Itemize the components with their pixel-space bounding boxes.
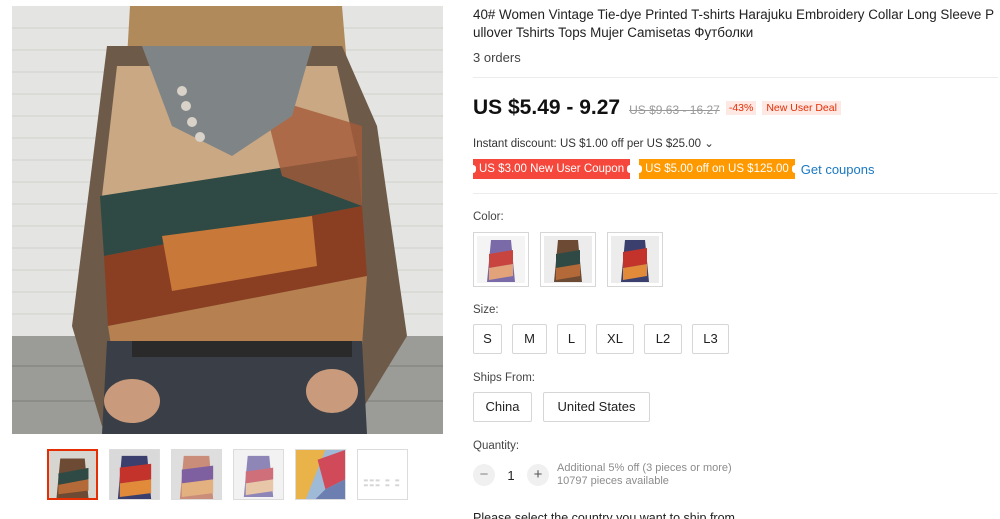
ship-from-china[interactable]: China	[473, 392, 532, 422]
color-options	[473, 232, 663, 287]
size-option-l3[interactable]: L3	[692, 324, 729, 354]
main-product-image[interactable]	[12, 6, 443, 434]
thumbnail-5[interactable]	[295, 449, 346, 500]
thumb-red-blue-patchwork-icon	[110, 450, 159, 499]
quantity-input[interactable]: 1	[495, 468, 527, 483]
store-coupon[interactable]: US $5.00 off on US $125.00	[636, 159, 798, 179]
divider	[473, 77, 998, 78]
thumb-color-swatch-icon	[296, 450, 345, 499]
quantity-label: Quantity:	[473, 440, 520, 452]
thumb-peach-patchwork-icon	[172, 450, 221, 499]
instant-discount[interactable]: Instant discount: US $1.00 off per US $2…	[473, 136, 714, 150]
ships-from-options: China United States	[473, 392, 650, 422]
stock-available: 10797 pieces available	[557, 475, 669, 487]
color-swatch-purple-red-icon	[477, 236, 525, 283]
get-coupons-link[interactable]: Get coupons	[801, 162, 875, 177]
size-option-xl[interactable]: XL	[596, 324, 634, 354]
shipping-prompt: Please select the country you want to sh…	[473, 511, 735, 519]
color-swatch-brown-icon	[544, 236, 592, 283]
original-price: US $9.63 - 16.27	[629, 103, 720, 117]
color-label: Color:	[473, 211, 504, 223]
current-price: US $5.49 - 9.27	[473, 96, 621, 119]
coupon-row: US $3.00 New User Coupon US $5.00 off on…	[469, 159, 875, 179]
discount-badge: -43%	[725, 101, 757, 115]
thumbnail-1[interactable]	[47, 449, 98, 500]
product-photo-illustration	[12, 6, 443, 434]
size-option-l[interactable]: L	[557, 324, 586, 354]
thumbnail-4[interactable]	[233, 449, 284, 500]
color-swatch-red-blue-icon	[611, 236, 659, 283]
thumbnail-2[interactable]	[109, 449, 160, 500]
size-option-s[interactable]: S	[473, 324, 502, 354]
color-option-2[interactable]	[540, 232, 596, 287]
size-options: S M L XL L2 L3	[473, 324, 729, 354]
thumbnail-strip	[47, 449, 408, 500]
ship-from-united-states[interactable]: United States	[543, 392, 650, 422]
decrease-quantity-button[interactable]: −	[473, 464, 495, 486]
new-user-coupon[interactable]: US $3.00 New User Coupon	[469, 159, 634, 179]
color-option-3[interactable]	[607, 232, 663, 287]
size-label: Size:	[473, 304, 499, 316]
size-option-l2[interactable]: L2	[644, 324, 682, 354]
size-option-m[interactable]: M	[512, 324, 547, 354]
ships-from-label: Ships From:	[473, 372, 535, 384]
thumb-lilac-patchwork-icon	[234, 450, 283, 499]
product-title: 40# Women Vintage Tie-dye Printed T-shir…	[473, 7, 995, 40]
quantity-note: Additional 5% off (3 pieces or more) 107…	[557, 462, 732, 488]
divider	[473, 193, 998, 194]
thumb-brown-patchwork-icon	[49, 451, 96, 498]
order-count: 3 orders	[473, 50, 521, 65]
thumb-size-chart-icon	[358, 450, 407, 499]
thumbnail-6[interactable]	[357, 449, 408, 500]
color-option-1[interactable]	[473, 232, 529, 287]
bulk-discount-note: Additional 5% off (3 pieces or more)	[557, 462, 732, 474]
increase-quantity-button[interactable]: +	[527, 464, 549, 486]
price-row: US $5.49 - 9.27 US $9.63 - 16.27 -43% Ne…	[473, 96, 841, 120]
thumbnail-3[interactable]	[171, 449, 222, 500]
new-user-deal-badge: New User Deal	[762, 101, 841, 115]
quantity-stepper: − 1 + Additional 5% off (3 pieces or mor…	[473, 462, 732, 488]
